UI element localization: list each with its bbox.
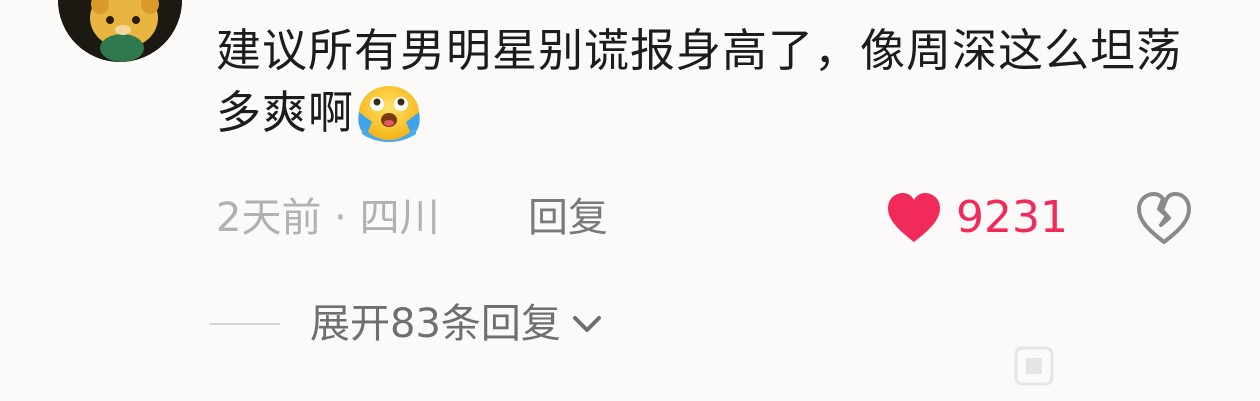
expand-replies-button[interactable]: 展开83条回复 [310,294,607,354]
expand-replies-row: 展开83条回复 [210,294,607,354]
chevron-down-icon [572,316,601,332]
avatar[interactable] [58,0,182,62]
comment-text: 建议所有男明星别谎报身高了，像周深这么坦荡多爽啊 [216,20,1226,144]
crying-laugh-emoji [356,82,422,142]
expand-replies-label: 展开83条回复 [310,301,561,347]
reply-button[interactable]: 回复 [528,188,608,248]
like-count: 9231 [956,192,1068,243]
comment-meta: 2天前 · 四川 回复 9231 [216,188,1216,248]
time-location: 2天前 · 四川 [216,195,440,241]
heart-icon [888,193,940,242]
broken-heart-icon[interactable] [1136,192,1192,246]
like-button[interactable]: 9231 [886,188,1068,248]
divider-line [210,323,280,325]
watermark-icon [1014,346,1054,386]
